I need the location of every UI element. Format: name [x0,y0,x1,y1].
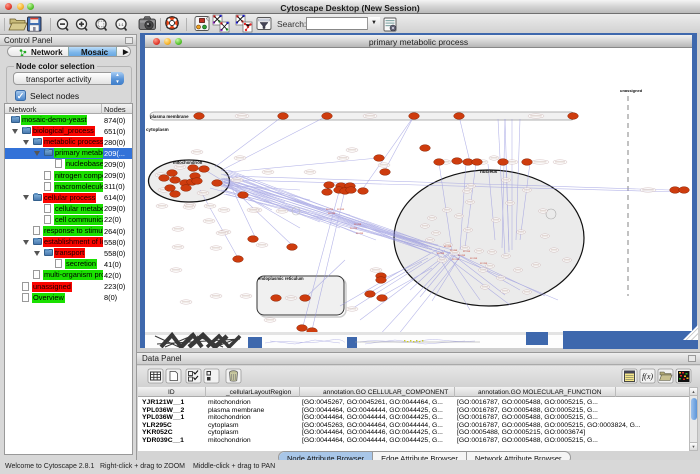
svg-text:xx xxx: xx xxx [458,254,466,257]
svg-text:xx xxx: xx xxx [356,232,364,235]
svg-text:plasma membrane: plasma membrane [150,114,189,119]
svg-text:xx xxx: xx xxx [480,262,488,265]
svg-text:xx xxx: xx xxx [470,257,478,260]
svg-text:xx xxx: xx xxx [463,250,471,253]
svg-text:xx xxx: xx xxx [337,208,345,211]
svg-text:endoplasmic reticulum: endoplasmic reticulum [258,276,304,281]
svg-text:xx xxx: xx xxx [444,245,452,248]
svg-text:xx xxx: xx xxx [452,258,460,261]
svg-text:1:1: 1:1 [118,22,124,27]
svg-text:xx xxx: xx xxx [450,249,458,252]
svg-text:xx xxx: xx xxx [350,227,358,230]
svg-text:cytoplasm: cytoplasm [146,127,169,132]
svg-text:unassigned: unassigned [620,88,643,93]
svg-text:nucleus: nucleus [480,169,498,174]
svg-text:f(x): f(x) [642,372,653,381]
svg-text:xx xxx: xx xxx [354,223,362,226]
svg-text:xx xxx: xx xxx [328,212,336,215]
svg-text:mitochondrion: mitochondrion [173,160,203,165]
svg-text:xx xxx: xx xxx [326,208,334,211]
svg-text:xx xxx: xx xxx [437,252,445,255]
